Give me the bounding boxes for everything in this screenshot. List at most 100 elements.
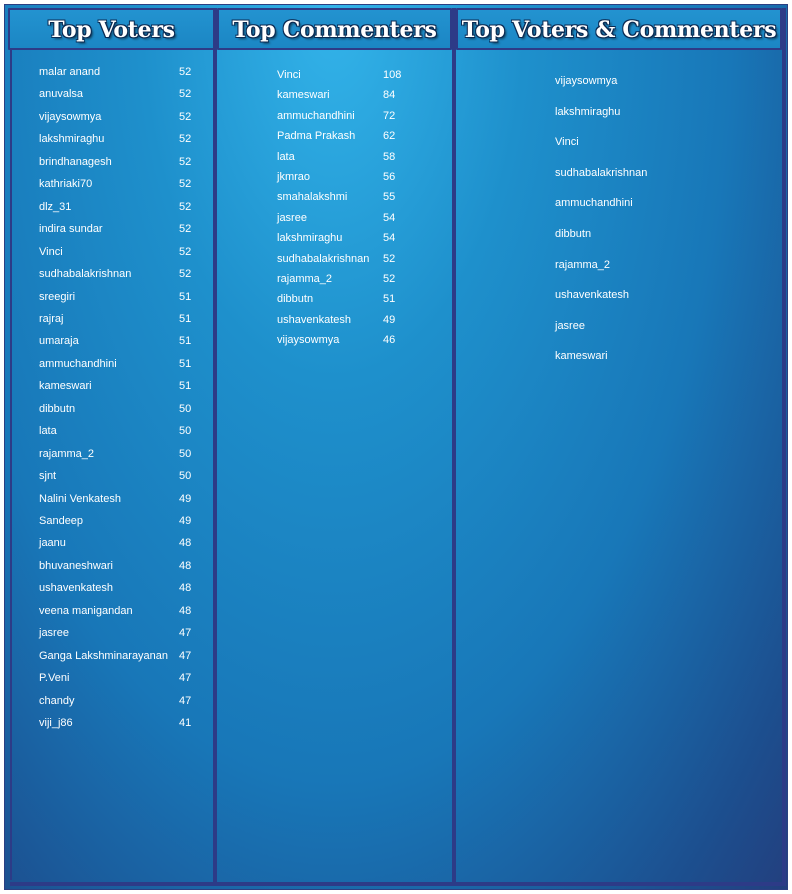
member-name: chandy bbox=[39, 694, 75, 707]
list-item: umaraja 51 bbox=[39, 335, 209, 355]
list-item: lakshmiraghu bbox=[555, 106, 755, 126]
member-count: 47 bbox=[179, 672, 192, 685]
member-name: dibbutn bbox=[555, 228, 592, 240]
member-count: 52 bbox=[179, 178, 192, 191]
top-voters-column: Top Voters malar anand 52 anuvalsa 52 vijays… bbox=[4, 4, 215, 890]
member-name: anuvalsa bbox=[39, 88, 84, 101]
list-item: rajraj 51 bbox=[39, 313, 209, 333]
member-count: 48 bbox=[179, 582, 192, 595]
member-name: sudhabalakrishnan bbox=[555, 166, 648, 179]
member-count: 52 bbox=[383, 273, 396, 285]
member-name: rajraj bbox=[39, 312, 64, 325]
member-count: 51 bbox=[179, 290, 192, 303]
member-name: bhuvaneshwari bbox=[39, 559, 113, 572]
list-item: kathriaki70 52 bbox=[39, 178, 209, 198]
top-voters-commenters-header: Top Voters & Commenters bbox=[456, 8, 782, 50]
member-name: dibbutn bbox=[277, 293, 314, 306]
list-item: viji_j86 41 bbox=[39, 717, 209, 737]
member-count: 52 bbox=[179, 200, 192, 213]
member-count: 55 bbox=[383, 191, 396, 204]
list-item: vijaysowmya bbox=[555, 75, 755, 95]
member-name: jkmrao bbox=[277, 171, 311, 183]
list-item: vijaysowmya 46 bbox=[277, 334, 417, 354]
member-count: 48 bbox=[179, 537, 192, 550]
list-item: jasree 54 bbox=[277, 212, 417, 232]
list-item: dibbutn bbox=[555, 228, 755, 248]
list-item: brindhanagesh 52 bbox=[39, 156, 209, 176]
member-count: 48 bbox=[179, 604, 192, 617]
member-count: 49 bbox=[179, 492, 192, 505]
member-count: 47 bbox=[179, 627, 192, 640]
list-item: sudhabalakrishnan 52 bbox=[277, 253, 417, 273]
member-name: Nalini Venkatesh bbox=[39, 492, 121, 505]
member-count: 41 bbox=[179, 717, 192, 730]
member-name: ammuchandhini bbox=[39, 357, 117, 370]
member-count: 62 bbox=[383, 130, 396, 143]
member-name: sudhabalakrishnan bbox=[39, 268, 132, 281]
list-item: dlz_31 52 bbox=[39, 201, 209, 221]
member-name: sreegiri bbox=[39, 290, 76, 303]
list-item: indira sundar 52 bbox=[39, 223, 209, 243]
member-name: kathriaki70 bbox=[39, 178, 93, 191]
list-item: dibbutn 51 bbox=[277, 293, 417, 313]
list-item: kameswari 84 bbox=[277, 89, 417, 109]
list-item: Vinci 108 bbox=[277, 69, 417, 89]
list-item: jkmrao 56 bbox=[277, 171, 417, 191]
list-item: Sandeep 49 bbox=[39, 515, 209, 535]
member-count: 50 bbox=[179, 425, 192, 438]
member-name: lata bbox=[277, 150, 295, 163]
list-item: lakshmiraghu 52 bbox=[39, 133, 209, 153]
member-name: jasree bbox=[277, 211, 307, 224]
list-item: jaanu 48 bbox=[39, 537, 209, 557]
member-name: Vinci bbox=[39, 245, 63, 258]
member-name: kameswari bbox=[39, 380, 92, 393]
member-count: 50 bbox=[179, 470, 192, 483]
member-count: 72 bbox=[383, 109, 396, 122]
list-item: sjnt 50 bbox=[39, 470, 209, 490]
list-item: ushavenkatesh bbox=[555, 289, 755, 309]
member-name: lakshmiraghu bbox=[555, 105, 621, 118]
member-name: lakshmiraghu bbox=[277, 232, 343, 245]
member-name: ushavenkatesh bbox=[39, 582, 113, 595]
list-item: ushavenkatesh 49 bbox=[277, 314, 417, 334]
list-item: ammuchandhini bbox=[555, 197, 755, 217]
member-name: kameswari bbox=[277, 89, 330, 102]
member-name: rajamma_2 bbox=[277, 273, 333, 285]
member-name: ushavenkatesh bbox=[277, 313, 351, 326]
member-count: 49 bbox=[383, 313, 396, 326]
member-count: 52 bbox=[179, 268, 192, 281]
member-name: Padma Prakash bbox=[277, 130, 356, 143]
member-name: rajamma_2 bbox=[555, 258, 611, 271]
list-item: Ganga Lakshminarayanan 47 bbox=[39, 650, 209, 670]
member-count: 48 bbox=[179, 559, 192, 572]
list-item: rajamma_2 bbox=[555, 259, 755, 279]
member-name: umaraja bbox=[39, 335, 79, 348]
top-commenters-column: Top Commenters Vinci 108 kameswari 84 ammuch… bbox=[215, 4, 454, 890]
member-count: 52 bbox=[383, 252, 396, 265]
member-count: 49 bbox=[179, 515, 192, 527]
list-item: lata 58 bbox=[277, 151, 417, 171]
member-name: Sandeep bbox=[39, 515, 84, 527]
list-item: bhuvaneshwari 48 bbox=[39, 560, 209, 580]
member-name: malar anand bbox=[39, 66, 101, 78]
list-item: anuvalsa 52 bbox=[39, 88, 209, 108]
member-name: indira sundar bbox=[39, 223, 103, 236]
list-item: ammuchandhini 72 bbox=[277, 110, 417, 130]
member-name: sjnt bbox=[39, 470, 57, 483]
member-count: 51 bbox=[179, 335, 192, 348]
top-voters-commenters-column: Top Voters & Commenters vijaysowmya laksh… bbox=[454, 4, 784, 890]
member-count: 52 bbox=[179, 133, 192, 146]
member-name: jasree bbox=[555, 319, 585, 332]
top-voters-commenters-title: Top Voters & Commenters bbox=[461, 17, 777, 43]
member-name: ushavenkatesh bbox=[555, 289, 629, 302]
member-count: 84 bbox=[383, 89, 396, 102]
list-item: lata 50 bbox=[39, 425, 209, 445]
member-name: vijaysowmya bbox=[277, 334, 340, 347]
member-count: 54 bbox=[383, 211, 396, 224]
member-name: jasree bbox=[39, 627, 69, 640]
top-commenters-header: Top Commenters bbox=[217, 8, 452, 50]
member-count: 54 bbox=[383, 232, 396, 245]
top-voters-header: Top Voters bbox=[8, 8, 215, 50]
list-item: malar anand 52 bbox=[39, 66, 209, 86]
top-voters-title: Top Voters bbox=[48, 17, 175, 43]
